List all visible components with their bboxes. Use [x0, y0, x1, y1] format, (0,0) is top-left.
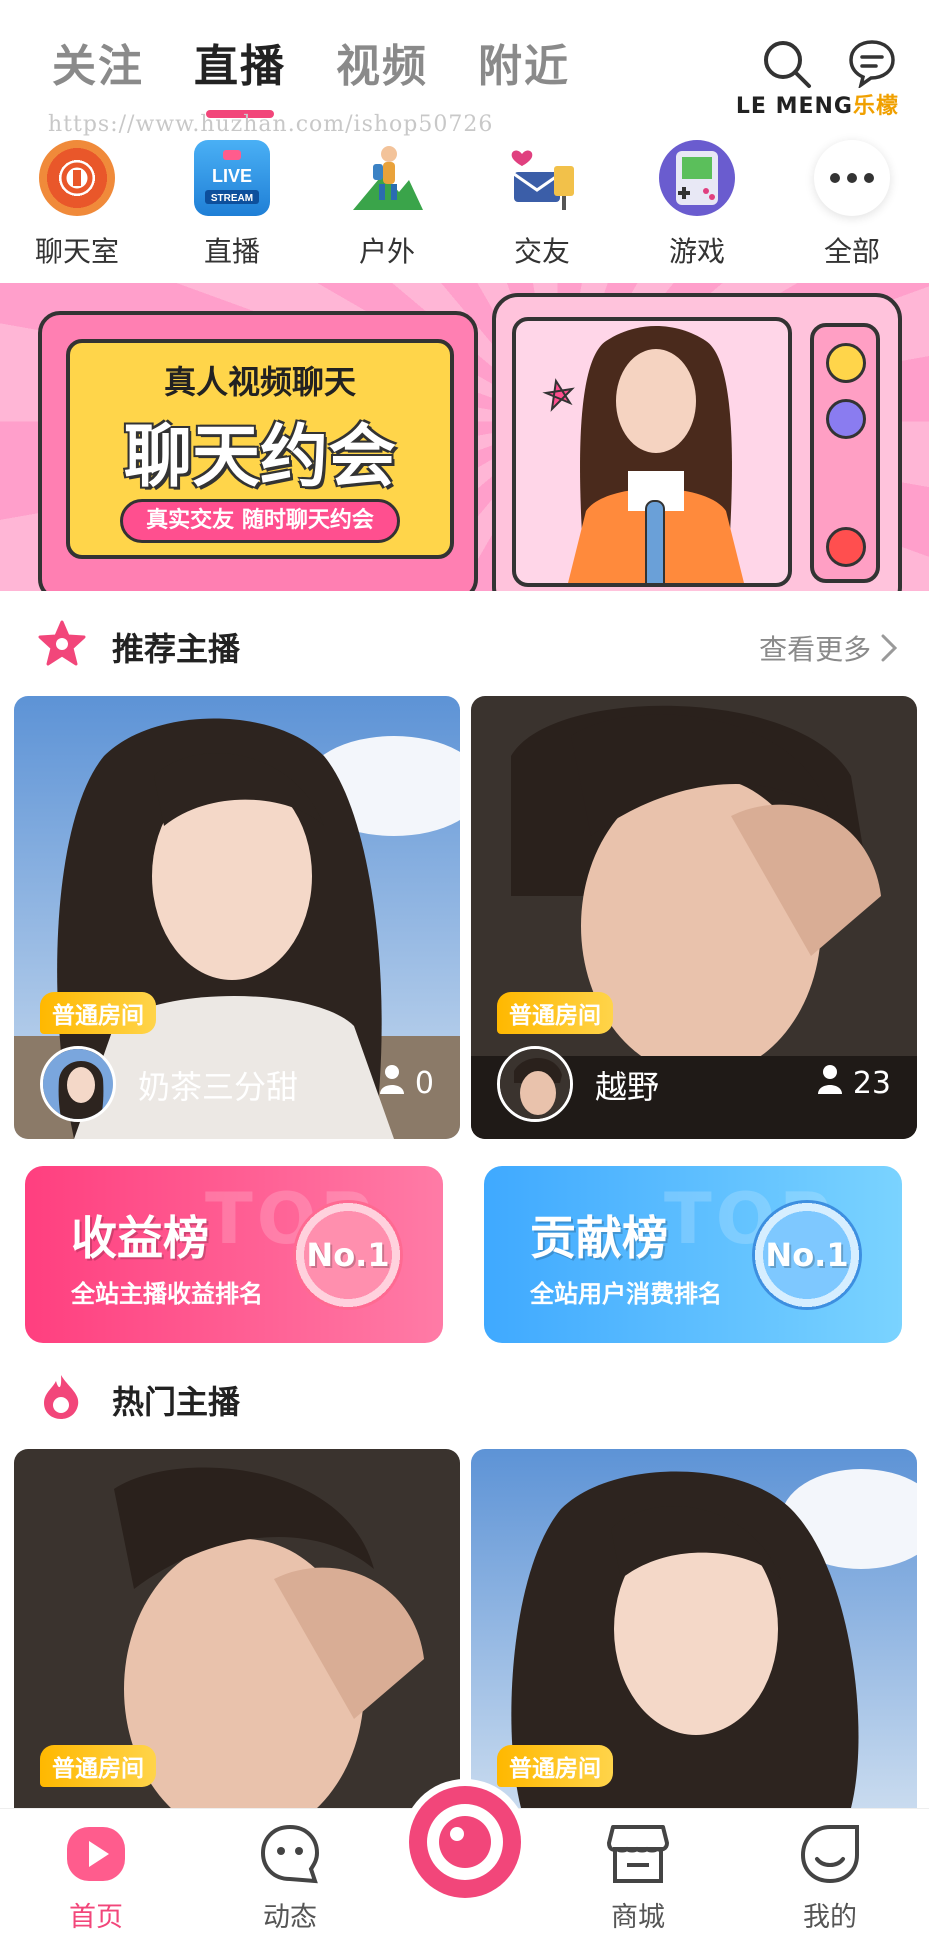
tab-nearby[interactable]: 附近 — [478, 30, 570, 94]
medal-icon: No.1 — [293, 1200, 403, 1310]
category-label: 户外 — [358, 235, 415, 268]
streamer-card[interactable]: 普通房间 — [471, 1449, 917, 1808]
star-icon — [38, 620, 86, 670]
flame-icon — [38, 1373, 84, 1425]
tab-follow[interactable]: 关注 — [52, 30, 144, 94]
viewer-count: 23 — [817, 1064, 891, 1102]
avatar[interactable] — [497, 1046, 573, 1122]
tab-moments[interactable]: 动态 — [230, 1823, 350, 1934]
streamer-card[interactable]: 普通房间 越野 23 — [471, 696, 917, 1139]
tab-mall[interactable]: 商城 — [578, 1823, 698, 1934]
tab-label: 首页 — [69, 1902, 123, 1933]
user-icon — [379, 1064, 405, 1102]
tab-home[interactable]: 首页 — [36, 1823, 156, 1934]
rank-title: 贡献榜 — [530, 1211, 668, 1265]
make-friends-icon — [504, 140, 580, 216]
streamer-card[interactable]: 普通房间 奶茶三分甜 0 — [14, 696, 460, 1139]
recommended-header: 推荐主播 查看更多 — [38, 620, 898, 670]
chat-room-icon — [39, 140, 115, 216]
camera-lens-icon — [409, 1786, 521, 1898]
tab-label: 商城 — [611, 1902, 665, 1933]
outdoor-icon — [349, 140, 425, 216]
room-type-badge: 普通房间 — [40, 992, 156, 1034]
see-more-label: 查看更多 — [759, 633, 872, 666]
main-tabs: 关注 直播 视频 附近 — [52, 30, 570, 118]
brand-logo: LE MENG乐檬 — [736, 88, 899, 120]
banner-title: 聊天约会 — [123, 418, 396, 497]
contribution-rank-card[interactable]: TOP 贡献榜 全站用户消费排名 No.1 — [484, 1166, 902, 1343]
rank-title: 收益榜 — [71, 1211, 209, 1265]
live-text: LIVE — [212, 166, 252, 186]
category-chat-room[interactable]: 聊天室 — [12, 140, 142, 270]
chevron-right-icon — [880, 633, 898, 670]
category-game[interactable]: 游戏 — [632, 140, 762, 270]
category-all[interactable]: 全部 — [787, 140, 917, 270]
watermark: https://www.huzhan.com/ishop50726 — [48, 112, 494, 137]
category-label: 交友 — [513, 235, 570, 268]
category-label: 直播 — [203, 235, 260, 268]
go-live-button[interactable] — [402, 1779, 528, 1905]
category-outdoor[interactable]: 户外 — [322, 140, 452, 270]
bottom-tab-bar: 首页 动态 商城 我的 — [0, 1779, 929, 1938]
banner-tv — [492, 293, 902, 591]
category-label: 全部 — [823, 235, 880, 268]
brand-latin: LE MENG — [735, 94, 853, 119]
streamer-name: 越野 — [595, 1068, 660, 1106]
rank-subtitle: 全站用户消费排名 — [530, 1280, 722, 1308]
banner-subtitle: 真人视频聊天 — [163, 363, 356, 401]
top-bar: 关注 直播 视频 附近 LE MENG乐檬 https://www.huzhan… — [0, 0, 929, 137]
brand-cn: 乐檬 — [852, 94, 899, 119]
tab-live[interactable]: 直播 — [194, 30, 286, 118]
room-type-badge: 普通房间 — [40, 1745, 156, 1787]
income-rank-card[interactable]: TOP 收益榜 全站主播收益排名 No.1 — [25, 1166, 443, 1343]
home-play-icon — [63, 1823, 129, 1885]
section-title: 推荐主播 — [112, 630, 241, 668]
streamer-card[interactable]: 普通房间 — [14, 1449, 460, 1808]
live-stream-icon: LIVE STREAM — [194, 140, 270, 216]
streamer-name: 奶茶三分甜 — [138, 1068, 299, 1106]
category-friends[interactable]: 交友 — [477, 140, 607, 270]
knob — [826, 343, 866, 383]
viewer-number: 23 — [852, 1065, 891, 1101]
tab-label: 动态 — [263, 1902, 317, 1933]
category-label: 聊天室 — [34, 235, 119, 268]
viewer-count: 0 — [379, 1064, 434, 1102]
knob — [826, 527, 866, 567]
medal-label: No.1 — [765, 1236, 849, 1274]
stream-text: STREAM — [211, 193, 253, 204]
room-type-badge: 普通房间 — [497, 992, 613, 1034]
rank-subtitle: 全站主播收益排名 — [71, 1280, 263, 1308]
store-icon — [605, 1823, 671, 1885]
message-icon[interactable] — [847, 38, 897, 92]
knob — [826, 399, 866, 439]
tab-video[interactable]: 视频 — [336, 30, 428, 94]
search-icon[interactable] — [761, 38, 813, 94]
banner-text-panel: 真人视频聊天 聊天约会 真实交友 随时聊天约会 — [66, 339, 454, 559]
game-icon — [659, 140, 735, 216]
viewer-number: 0 — [414, 1065, 434, 1101]
room-type-badge: 普通房间 — [497, 1745, 613, 1787]
banner-tv-controls — [810, 323, 880, 583]
hot-header: 热门主播 — [38, 1373, 898, 1423]
category-row: 聊天室 LIVE STREAM 直播 户外 交友 游戏 全部 — [0, 140, 929, 270]
promo-banner[interactable]: 真人视频聊天 聊天约会 真实交友 随时聊天约会 — [0, 283, 929, 591]
avatar[interactable] — [40, 1046, 116, 1122]
profile-face-icon — [797, 1823, 863, 1885]
more-icon — [814, 140, 890, 216]
banner-model-image — [512, 317, 792, 587]
medal-label: No.1 — [306, 1236, 390, 1274]
banner-tagline: 真实交友 随时聊天约会 — [120, 499, 400, 543]
top-actions: LE MENG乐檬 — [719, 38, 899, 120]
medal-icon: No.1 — [752, 1200, 862, 1310]
category-label: 游戏 — [668, 235, 725, 268]
user-icon — [817, 1064, 843, 1102]
section-title: 热门主播 — [112, 1383, 241, 1421]
see-more-link[interactable]: 查看更多 — [759, 628, 898, 670]
tab-profile[interactable]: 我的 — [770, 1823, 890, 1934]
category-live[interactable]: LIVE STREAM 直播 — [167, 140, 297, 270]
tab-label: 我的 — [803, 1902, 857, 1933]
chat-face-icon — [257, 1823, 323, 1885]
